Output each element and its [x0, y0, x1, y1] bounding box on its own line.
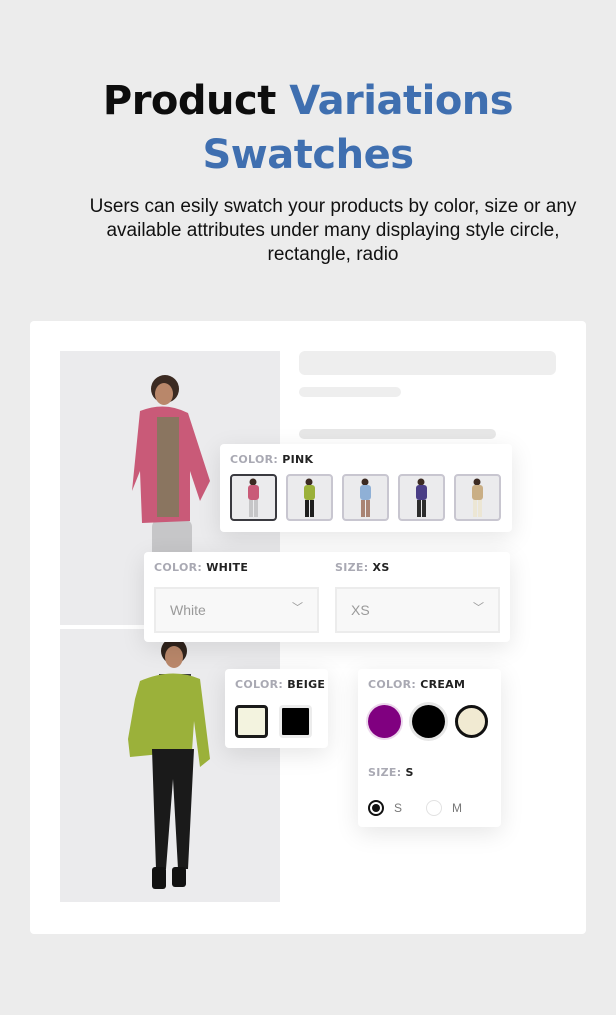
- color-label: COLOR: PINK: [230, 453, 314, 466]
- skeleton-title: [299, 351, 556, 375]
- image-swatch-navy[interactable]: [398, 474, 445, 521]
- chevron-down-icon: ﹀: [473, 602, 484, 614]
- page-title: Product Variations Swatches: [0, 74, 616, 182]
- size-label: SIZE: S: [368, 766, 414, 779]
- square-swatch-popup: COLOR: BEIGE: [225, 669, 328, 748]
- page-subtitle: Users can esily swatch your products by …: [89, 196, 577, 265]
- color-label: COLOR: WHITE: [154, 561, 249, 574]
- selected-color-value: PINK: [282, 453, 314, 466]
- model-thumbnail-icon: [304, 478, 315, 517]
- skeleton-text: [299, 429, 496, 439]
- dropdown-swatch-popup: COLOR: WHITE White ﹀ SIZE: XS XS ﹀: [144, 552, 510, 642]
- model-thumbnail-icon: [360, 478, 371, 517]
- size-radio-group: S M: [368, 800, 486, 816]
- size-select-value: XS: [351, 602, 370, 618]
- skeleton-price: [299, 387, 401, 397]
- size-label: SIZE: XS: [335, 561, 390, 574]
- swatch-black[interactable]: [279, 705, 312, 738]
- model-thumbnail-icon: [248, 478, 259, 517]
- radio-size-m[interactable]: [426, 800, 443, 816]
- radio-label-s: S: [394, 801, 403, 815]
- size-dropdown-group: SIZE: XS XS ﹀: [335, 561, 500, 633]
- title-product: Product: [102, 78, 276, 124]
- size-select[interactable]: XS ﹀: [335, 587, 500, 633]
- title-swatches: Swatches: [202, 132, 415, 178]
- color-label: COLOR: CREAM: [368, 678, 466, 691]
- swatch-purple[interactable]: [368, 705, 401, 738]
- color-select[interactable]: White ﹀: [154, 587, 319, 633]
- color-select-value: White: [170, 602, 206, 618]
- circle-radio-swatch-popup: COLOR: CREAM SIZE: S S M: [358, 669, 501, 827]
- image-swatch-green[interactable]: [286, 474, 333, 521]
- swatch-beige[interactable]: [235, 705, 268, 738]
- image-swatch-beige[interactable]: [454, 474, 501, 521]
- image-swatch-popup: COLOR: PINK: [220, 444, 512, 532]
- radio-size-s[interactable]: [368, 800, 384, 816]
- model-thumbnail-icon: [416, 478, 427, 517]
- swatch-cream[interactable]: [455, 705, 488, 738]
- image-swatch-list: [230, 474, 501, 521]
- color-label: COLOR: BEIGE: [235, 678, 326, 691]
- chevron-down-icon: ﹀: [292, 602, 303, 614]
- color-dropdown-group: COLOR: WHITE White ﹀: [154, 561, 319, 633]
- swatch-black[interactable]: [412, 705, 445, 738]
- radio-label-m: M: [452, 801, 463, 815]
- model-thumbnail-icon: [472, 478, 483, 517]
- image-swatch-pink[interactable]: [230, 474, 277, 521]
- image-swatch-blue[interactable]: [342, 474, 389, 521]
- title-variations: Variations: [289, 78, 514, 124]
